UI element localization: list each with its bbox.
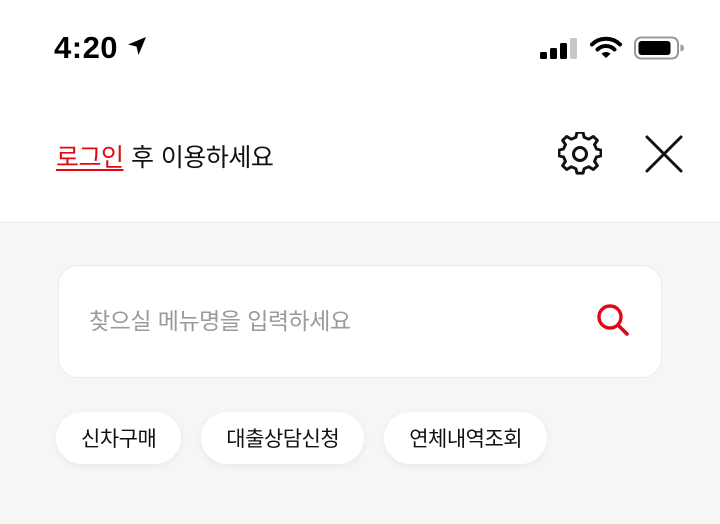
close-button[interactable] [640,132,688,180]
login-link[interactable]: 로그인 [56,143,124,172]
login-message-suffix: 후 이용하세요 [123,143,274,172]
chip-loan-consultation[interactable]: 대출상담신청 [201,412,365,464]
location-arrow-icon [126,35,148,61]
menu-search-input[interactable] [87,307,591,336]
wifi-icon [590,36,622,64]
status-time: 4:20 [54,30,119,65]
quick-menu-chips: 신차구매 대출상담신청 연체내역조회 [56,412,548,464]
chip-new-car-purchase[interactable]: 신차구매 [56,412,182,464]
status-bar-indicators [540,36,684,64]
gear-icon [557,130,603,180]
battery-icon [634,36,684,64]
status-bar-time-group: 4:20 [54,28,148,68]
close-icon [644,134,684,178]
menu-header: 로그인 후 이용하세요 [56,128,688,184]
top-panel: 4:20 로그인 후 이용하세요 [0,0,720,223]
search-icon [595,302,631,342]
search-button[interactable] [591,300,635,344]
cellular-signal-icon [540,37,578,63]
login-message: 로그인 후 이용하세요 [56,138,556,174]
menu-search-box [58,265,662,378]
chip-overdue-inquiry[interactable]: 연체내역조회 [384,412,548,464]
settings-button[interactable] [556,130,604,180]
